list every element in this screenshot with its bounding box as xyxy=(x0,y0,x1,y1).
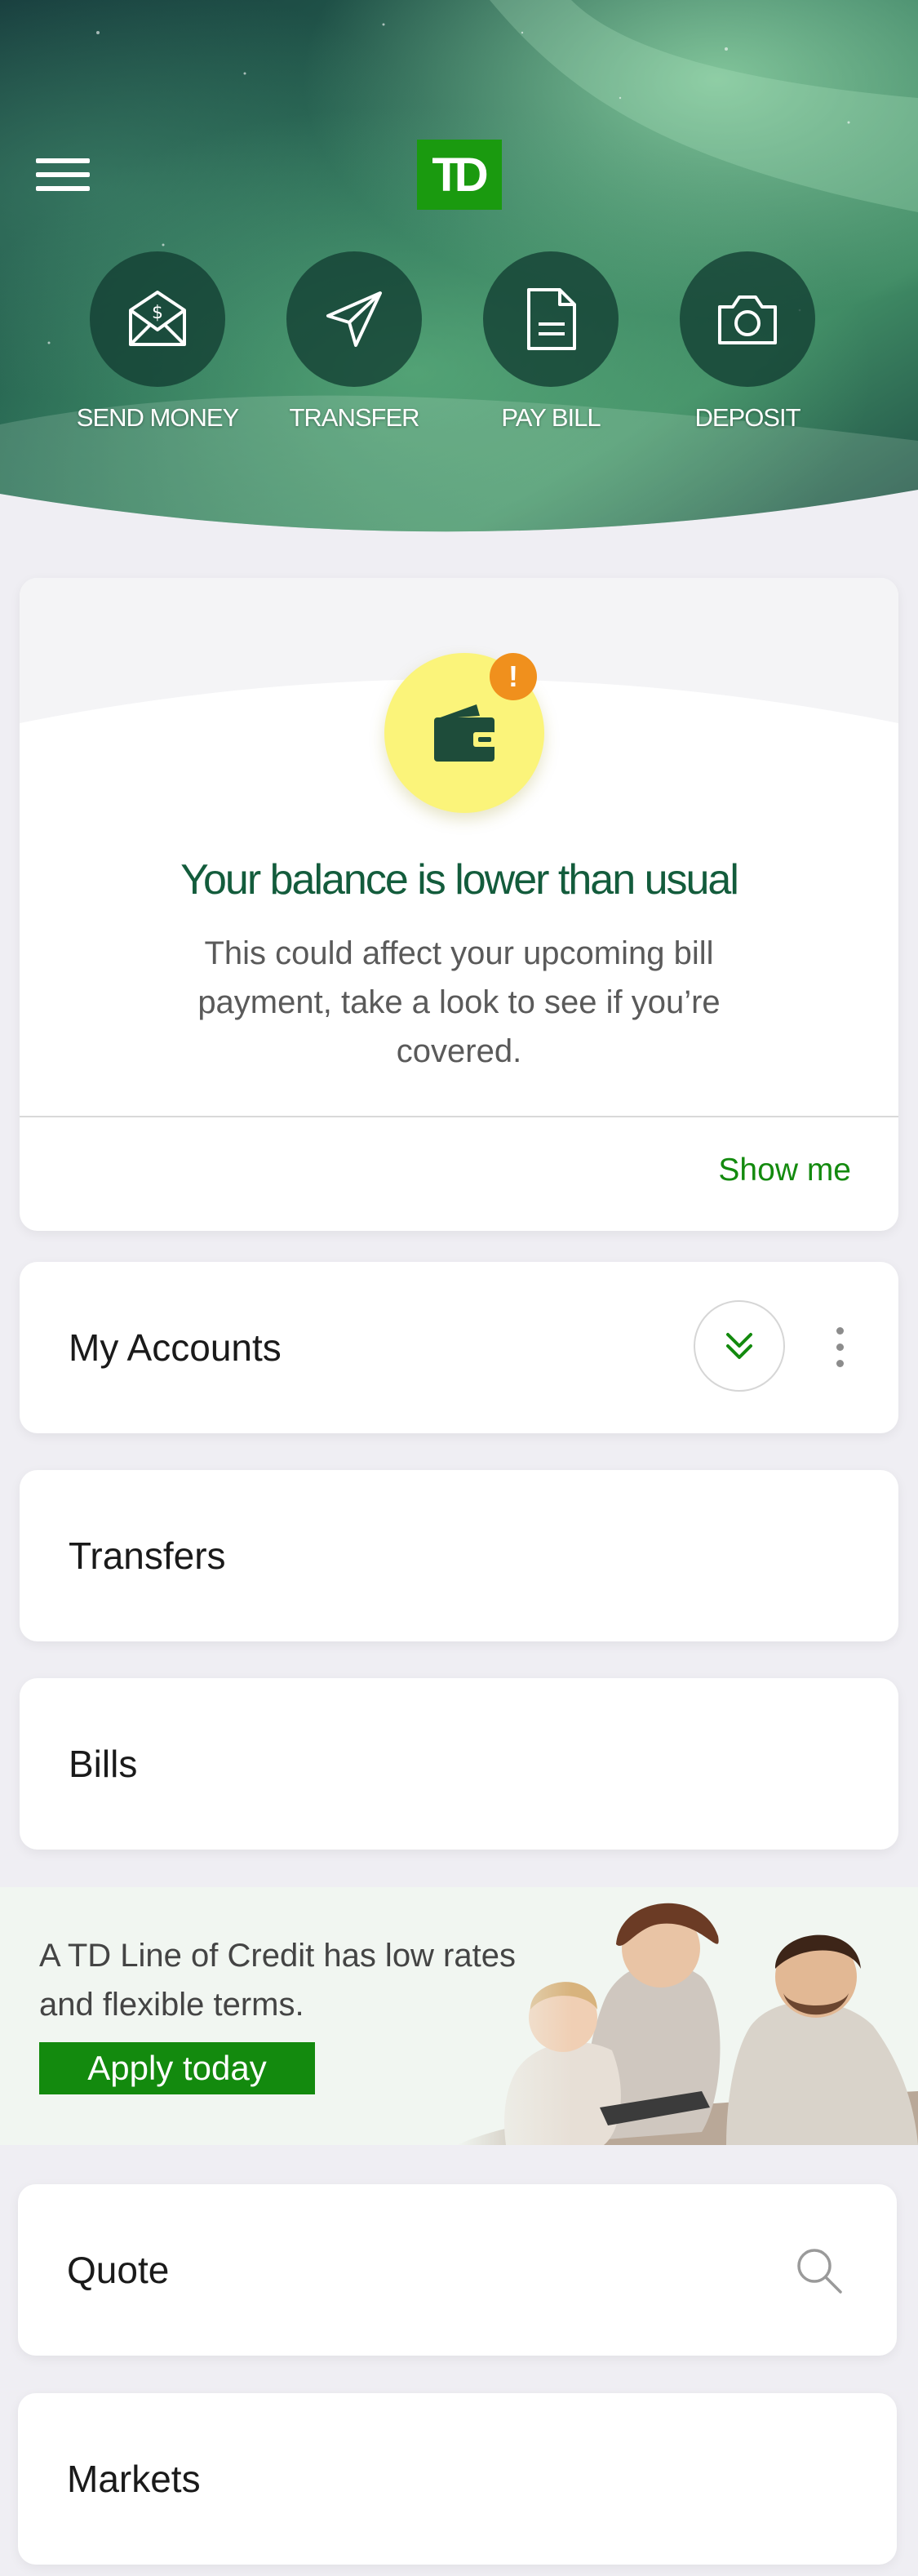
double-chevron-down-icon xyxy=(726,1333,752,1359)
apply-today-button[interactable]: Apply today xyxy=(39,2042,315,2094)
transfer-button[interactable]: TRANSFER xyxy=(256,251,452,433)
line-of-credit-promo[interactable]: A TD Line of Credit has low rates and fl… xyxy=(0,1887,918,2145)
menu-icon[interactable] xyxy=(36,155,91,194)
quick-actions: $ SEND MONEY TRANSFER PAY BILL DEPOSIT xyxy=(0,251,918,447)
expand-button[interactable] xyxy=(694,1300,785,1392)
td-logo: TD xyxy=(417,140,502,210)
transfers-title: Transfers xyxy=(69,1534,226,1577)
warning-badge: ! xyxy=(490,653,537,700)
divider xyxy=(20,1116,898,1117)
magnifier-icon xyxy=(797,2249,842,2294)
pay-bill-label: PAY BILL xyxy=(501,403,601,432)
alert-message: This could affect your upcoming bill pay… xyxy=(197,935,721,1069)
bills-title: Bills xyxy=(69,1743,138,1785)
transfer-label: TRANSFER xyxy=(289,403,419,432)
quote-card[interactable]: Quote xyxy=(18,2184,897,2356)
show-me-link[interactable]: Show me xyxy=(718,1153,851,1188)
camera-icon xyxy=(718,295,777,344)
deposit-button[interactable]: DEPOSIT xyxy=(650,251,845,433)
quote-title: Quote xyxy=(67,2249,170,2291)
send-money-button[interactable]: $ SEND MONEY xyxy=(60,251,255,433)
svg-text:$: $ xyxy=(152,303,163,323)
search-icon[interactable] xyxy=(795,2246,844,2295)
alert-title: Your balance is lower than usual xyxy=(180,856,739,904)
deposit-label: DEPOSIT xyxy=(694,403,800,432)
promo-text: A TD Line of Credit has low rates and fl… xyxy=(39,1938,516,2023)
header-banner: TD $ SEND MONEY TRANSFER PAY BILL DEPOSI… xyxy=(0,0,918,539)
envelope-dollar-icon: $ xyxy=(129,291,186,346)
transfers-card[interactable]: Transfers xyxy=(20,1470,898,1641)
more-options-icon[interactable] xyxy=(827,1326,852,1371)
markets-card[interactable]: Markets xyxy=(18,2393,897,2565)
my-accounts-title: My Accounts xyxy=(69,1326,282,1369)
low-balance-alert-card: ! Your balance is lower than usual This … xyxy=(20,578,898,1231)
paper-plane-icon xyxy=(326,291,382,347)
wallet-icon xyxy=(434,704,496,762)
document-icon xyxy=(527,288,576,350)
pay-bill-button[interactable]: PAY BILL xyxy=(453,251,649,433)
markets-title: Markets xyxy=(67,2458,201,2500)
my-accounts-card[interactable]: My Accounts xyxy=(20,1262,898,1433)
bills-card[interactable]: Bills xyxy=(20,1678,898,1850)
send-money-label: SEND MONEY xyxy=(76,403,239,432)
